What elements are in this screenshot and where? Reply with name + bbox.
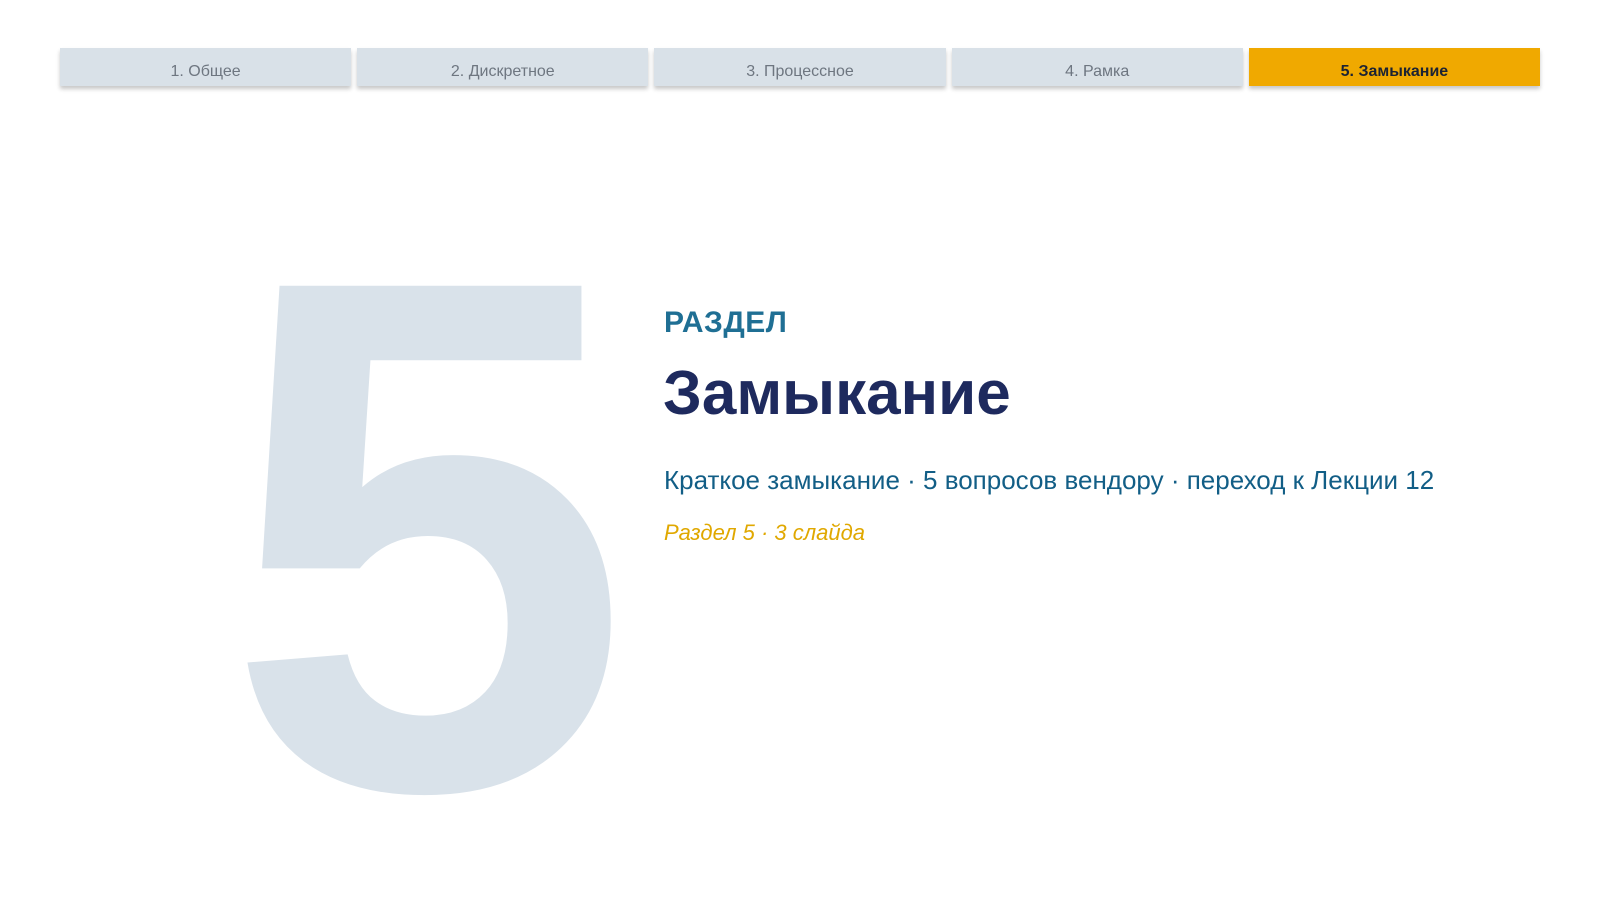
slide: 1. Общее 2. Дискретное 3. Процессное 4. … [0,0,1600,900]
tab-general[interactable]: 1. Общее [60,48,352,86]
section-eyebrow: РАЗДЕЛ [664,306,788,339]
tab-discrete[interactable]: 2. Дискретное [357,48,649,86]
section-number: 5 [225,127,631,900]
tab-process[interactable]: 3. Процессное [654,48,946,86]
tab-closure[interactable]: 5. Замыкание [1248,48,1541,86]
tab-frame[interactable]: 4. Рамка [951,48,1243,86]
section-meta: Раздел 5 · 3 слайда [664,520,865,545]
section-subtitle: Краткое замыкание · 5 вопросов вендору ·… [664,465,1435,495]
section-nav: 1. Общее 2. Дискретное 3. Процессное 4. … [60,48,1541,86]
section-title: Замыкание [663,359,1011,428]
